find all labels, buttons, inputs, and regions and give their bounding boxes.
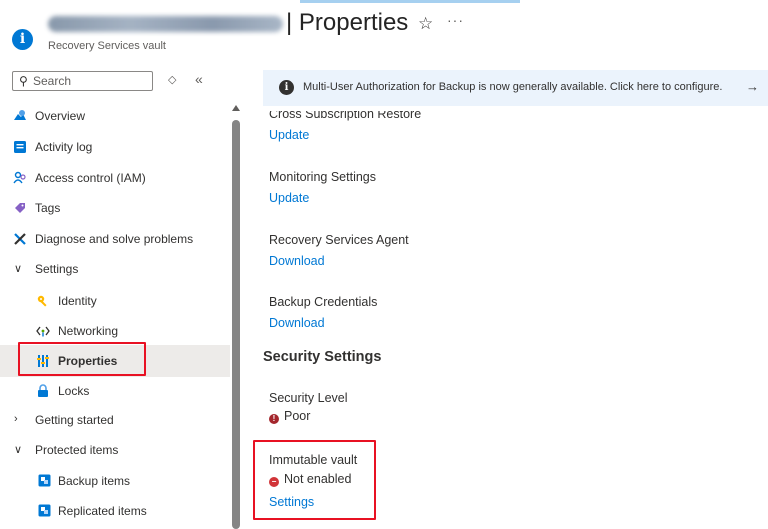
recovery-services-agent-label: Recovery Services Agent bbox=[269, 233, 409, 247]
more-icon[interactable]: ··· bbox=[447, 12, 464, 28]
nav-search-box[interactable]: ⚲ bbox=[12, 71, 153, 91]
vault-info-icon: i bbox=[12, 29, 33, 50]
left-nav: ⚲ ◇ « Overview Activity log Access contr… bbox=[0, 66, 240, 529]
chevron-down-icon: ∨ bbox=[14, 263, 23, 275]
sidebar-item-identity[interactable]: Identity bbox=[0, 286, 230, 316]
security-level-label: Security Level bbox=[269, 391, 348, 405]
sidebar-item-overview[interactable]: Overview bbox=[0, 101, 230, 131]
backup-items-icon bbox=[37, 474, 51, 488]
security-settings-heading: Security Settings bbox=[263, 349, 382, 365]
cross-subscription-restore-label: Cross Subscription Restore bbox=[269, 107, 422, 121]
sidebar-group-settings[interactable]: ∨ Settings bbox=[0, 254, 230, 284]
security-level-value: Poor bbox=[284, 409, 311, 423]
tag-icon bbox=[13, 201, 27, 215]
collapse-menu-icon[interactable]: « bbox=[195, 71, 203, 87]
activity-log-icon bbox=[13, 140, 27, 154]
mua-info-banner[interactable]: i Multi-User Authorization for Backup is… bbox=[263, 70, 768, 106]
breadcrumb[interactable] bbox=[300, 0, 520, 3]
key-icon bbox=[36, 294, 50, 308]
iam-icon bbox=[13, 171, 27, 185]
sidebar-group-getting-started[interactable]: › Getting started bbox=[0, 405, 230, 435]
banner-message: Multi-User Authorization for Backup is n… bbox=[303, 81, 723, 93]
page-header: i rsv-dev-backup-eastus | Properties ☆ ·… bbox=[0, 0, 768, 66]
monitoring-settings-label: Monitoring Settings bbox=[269, 170, 377, 184]
credentials-download-link[interactable]: Download bbox=[269, 316, 325, 330]
chevron-right-icon: › bbox=[14, 413, 18, 425]
sidebar-item-diagnose[interactable]: Diagnose and solve problems bbox=[0, 224, 230, 254]
overview-icon bbox=[13, 109, 27, 123]
chevron-down-icon: ∨ bbox=[14, 444, 23, 456]
cross-subscription-update-link[interactable]: Update bbox=[269, 128, 309, 142]
sidebar-item-replicated-items[interactable]: Replicated items bbox=[0, 496, 230, 526]
scroll-up-arrow-icon[interactable] bbox=[232, 105, 240, 111]
arrow-right-icon: → bbox=[746, 79, 759, 94]
monitoring-update-link[interactable]: Update bbox=[269, 191, 309, 205]
page-title: | Properties bbox=[286, 9, 409, 36]
sidebar-item-backup-items[interactable]: Backup items bbox=[0, 466, 230, 496]
sidebar-item-activity-log[interactable]: Activity log bbox=[0, 132, 230, 162]
immutable-vault-highlight-box bbox=[253, 440, 376, 520]
error-icon: ! bbox=[269, 414, 279, 424]
networking-icon bbox=[36, 324, 50, 338]
sidebar-group-protected-items[interactable]: ∨ Protected items bbox=[0, 435, 230, 465]
backup-credentials-label: Backup Credentials bbox=[269, 295, 378, 309]
replicated-items-icon bbox=[37, 504, 51, 518]
star-icon[interactable]: ☆ bbox=[418, 14, 433, 34]
expand-collapse-icon[interactable]: ◇ bbox=[168, 73, 176, 86]
search-input[interactable] bbox=[33, 74, 148, 88]
search-icon: ⚲ bbox=[19, 74, 28, 88]
sidebar-item-tags[interactable]: Tags bbox=[0, 193, 230, 223]
lock-icon bbox=[36, 384, 50, 398]
info-icon: i bbox=[279, 80, 294, 95]
wrench-icon bbox=[13, 232, 27, 246]
security-level-status: ! Poor bbox=[269, 409, 310, 424]
sidebar-item-iam[interactable]: Access control (IAM) bbox=[0, 163, 230, 193]
agent-download-link[interactable]: Download bbox=[269, 254, 325, 268]
resource-type-subtitle: Recovery Services vault bbox=[48, 40, 166, 52]
redaction-blur bbox=[48, 16, 283, 32]
sidebar-item-locks[interactable]: Locks bbox=[0, 376, 230, 406]
nav-scrollbar[interactable] bbox=[232, 120, 240, 529]
properties-highlight-box bbox=[18, 342, 146, 376]
vault-name-redacted: rsv-dev-backup-eastus bbox=[48, 10, 285, 36]
